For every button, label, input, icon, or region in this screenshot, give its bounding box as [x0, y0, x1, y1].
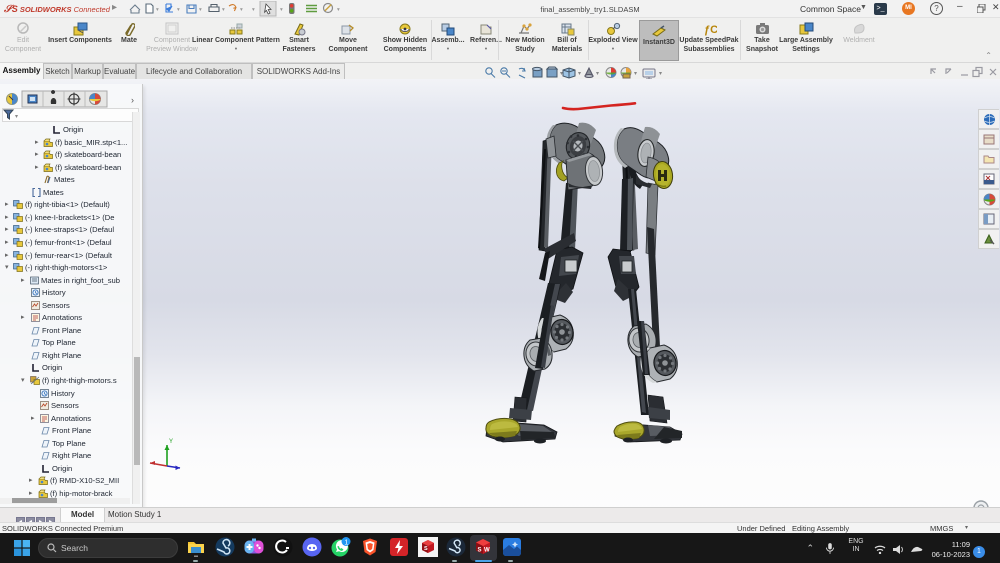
svg-text:Y: Y [169, 439, 173, 445]
svg-text:›: › [131, 95, 134, 105]
svg-text:▾: ▾ [240, 7, 243, 13]
svg-text:▾: ▾ [156, 7, 159, 13]
svg-text:▾: ▾ [596, 71, 599, 77]
svg-text:W: W [484, 548, 490, 554]
svg-text:▾: ▾ [337, 7, 340, 13]
svg-text:▾: ▾ [252, 7, 255, 13]
svg-text:▾: ▾ [280, 7, 283, 13]
svg-text:▾: ▾ [177, 7, 180, 13]
svg-text:1: 1 [344, 540, 348, 547]
svg-text:▾: ▾ [222, 7, 225, 13]
svg-text:▾: ▾ [578, 71, 581, 77]
svg-text:▾: ▾ [659, 71, 662, 77]
svg-text:S: S [478, 548, 482, 554]
svg-text:▾: ▾ [634, 71, 637, 77]
svg-text:S: S [424, 546, 428, 552]
svg-text:▾: ▾ [199, 7, 202, 13]
svg-text:ƒC: ƒC [704, 24, 717, 36]
